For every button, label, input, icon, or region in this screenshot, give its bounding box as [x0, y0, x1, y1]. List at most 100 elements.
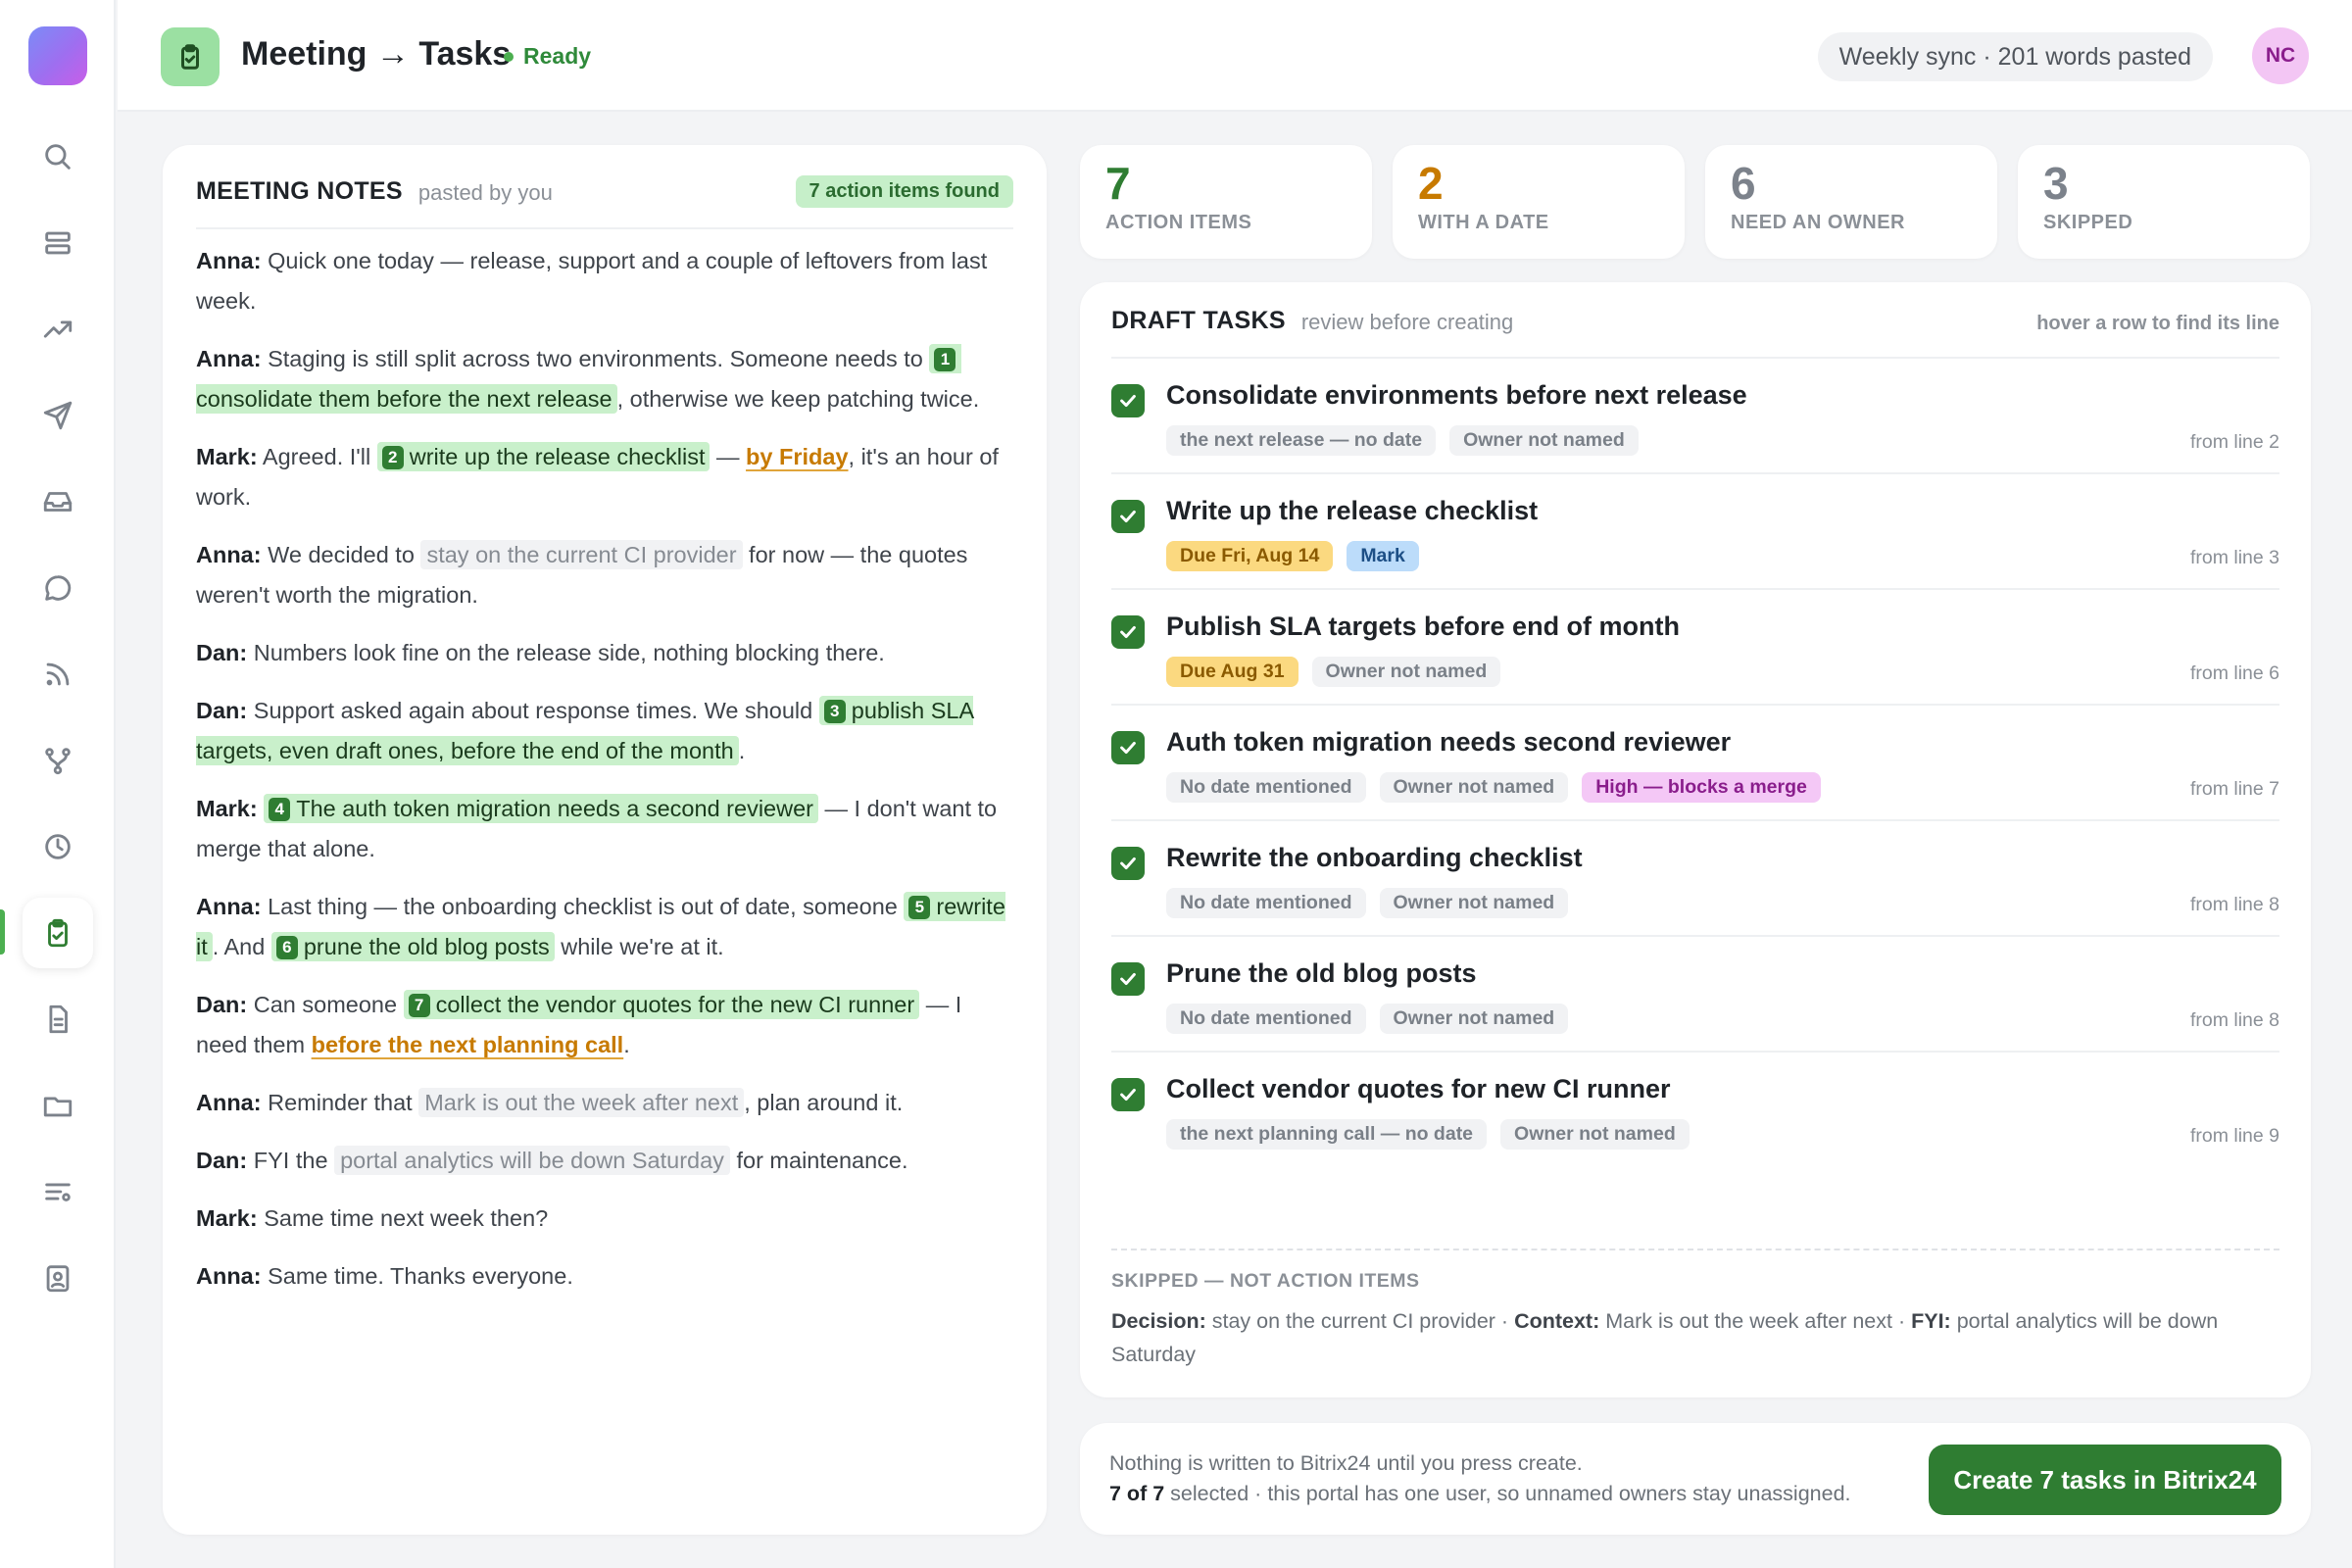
source-line-ref: from line 9 — [2189, 1125, 2279, 1147]
info-tag[interactable]: Owner not named — [1379, 772, 1569, 803]
task-checkbox[interactable] — [1111, 731, 1145, 764]
info-tag[interactable]: No date mentioned — [1166, 772, 1366, 803]
app-logo[interactable] — [28, 26, 87, 85]
nav-files[interactable] — [23, 1070, 93, 1141]
speaker-name: Mark: — [196, 796, 258, 821]
note-line: Anna: Last thing — the onboarding checkl… — [196, 887, 1013, 967]
info-tag[interactable]: Owner not named — [1500, 1119, 1690, 1150]
task-row[interactable]: Auth token migration needs second review… — [1111, 706, 2279, 821]
action-text: write up the release checklist — [409, 444, 706, 469]
nav-inbox[interactable] — [23, 466, 93, 537]
branch-icon — [45, 748, 71, 775]
owner-tag[interactable]: Mark — [1347, 541, 1419, 571]
stat-label: WITH A DATE — [1418, 212, 1549, 233]
task-title: Auth token migration needs second review… — [1166, 727, 1732, 757]
speaker-name: Mark: — [196, 1205, 258, 1231]
note-text: . And — [212, 934, 271, 959]
task-tags: No date mentioned Owner not named — [1166, 1004, 1569, 1034]
task-row[interactable]: Write up the release checklist Due Fri, A… — [1111, 474, 2279, 590]
due-date-tag[interactable]: Due Aug 31 — [1166, 657, 1298, 687]
hover-hint: hover a row to find its line — [2036, 313, 2279, 334]
note-line: Mark: Same time next week then? — [196, 1199, 1013, 1239]
send-icon — [43, 401, 73, 430]
nav-documents[interactable] — [23, 984, 93, 1054]
checkmark-icon — [1120, 1088, 1136, 1102]
note-line: Anna: Reminder that Mark is out the week… — [196, 1083, 1013, 1123]
checkmark-icon — [1120, 510, 1136, 523]
nav-feed[interactable] — [23, 639, 93, 710]
note-text: Same time next week then? — [257, 1205, 549, 1231]
separator: · — [1494, 1309, 1515, 1333]
task-row[interactable]: Publish SLA targets before end of month D… — [1111, 590, 2279, 706]
nav-history[interactable] — [23, 811, 93, 882]
note-line: Dan: Can someone 7 collect the vendor quo… — [196, 985, 1013, 1065]
info-tag[interactable]: the next planning call — no date — [1166, 1119, 1488, 1150]
action-highlight[interactable]: 7 collect the vendor quotes for the new C… — [403, 990, 920, 1019]
stat-value: 6 — [1731, 158, 1756, 209]
note-text: Can someone — [247, 992, 404, 1017]
info-tag[interactable]: Owner not named — [1379, 888, 1569, 918]
due-date-tag[interactable]: Due Fri, Aug 14 — [1166, 541, 1334, 571]
task-checkbox[interactable] — [1111, 384, 1145, 417]
checkmark-icon — [1120, 394, 1136, 408]
layers-icon — [45, 231, 71, 255]
priority-tag[interactable]: High — blocks a merge — [1582, 772, 1821, 803]
task-checkbox[interactable] — [1111, 847, 1145, 880]
task-tags: No date mentioned Owner not named High — b… — [1166, 772, 1821, 803]
note-line: Anna: Staging is still split across two … — [196, 339, 1013, 419]
nav-filters[interactable] — [23, 1156, 93, 1227]
stat-need-an-owner: 6 NEED AN OWNER — [1705, 145, 1997, 259]
action-number-badge: 1 — [934, 348, 956, 371]
action-highlight[interactable]: 4 The auth token migration needs a second… — [264, 794, 818, 823]
nav-contacts[interactable] — [23, 1243, 93, 1313]
task-checkbox[interactable] — [1111, 500, 1145, 533]
task-tags: the next release — no date Owner not name… — [1166, 425, 1639, 456]
skipped-highlight[interactable]: stay on the current CI provider — [420, 540, 743, 569]
action-highlight[interactable]: 2 write up the release checklist — [376, 442, 710, 471]
drafts-title: DRAFT TASKS — [1111, 307, 1286, 334]
task-row[interactable]: Consolidate environments before next rel… — [1111, 359, 2279, 474]
task-row[interactable]: Prune the old blog posts No date mentione… — [1111, 937, 2279, 1053]
note-line: Dan: Numbers look fine on the release si… — [196, 633, 1013, 673]
nav-workflows[interactable] — [23, 725, 93, 796]
task-tags: Due Aug 31 Owner not named — [1166, 657, 1501, 687]
task-checkbox[interactable] — [1111, 1078, 1145, 1111]
info-tag[interactable]: Owner not named — [1311, 657, 1501, 687]
note-text: Numbers look fine on the release side, n… — [247, 640, 885, 665]
rss-icon — [46, 662, 70, 686]
meeting-notes-panel: MEETING NOTES pasted by you 7 action ite… — [163, 145, 1047, 1535]
action-number-badge: 5 — [908, 896, 931, 919]
task-checkbox[interactable] — [1111, 615, 1145, 649]
nav-trending[interactable] — [23, 294, 93, 365]
date-highlight[interactable]: by Friday — [746, 444, 848, 469]
skipped-highlight[interactable]: Mark is out the week after next — [418, 1088, 745, 1117]
info-tag[interactable]: No date mentioned — [1166, 888, 1366, 918]
task-checkbox[interactable] — [1111, 962, 1145, 996]
avatar[interactable]: NC — [2252, 27, 2309, 84]
speaker-name: Anna: — [196, 248, 262, 273]
nav-send[interactable] — [23, 380, 93, 451]
nav-search[interactable] — [23, 122, 93, 192]
info-tag[interactable]: the next release — no date — [1166, 425, 1437, 456]
date-highlight[interactable]: before the next planning call — [312, 1032, 624, 1057]
source-line-ref: from line 2 — [2189, 431, 2279, 453]
stat-label: SKIPPED — [2043, 212, 2133, 233]
nav-meeting-tasks[interactable] — [23, 898, 93, 968]
separator: · — [1892, 1309, 1912, 1333]
skipped-text: stay on the current CI provider — [1205, 1309, 1495, 1333]
create-tasks-button[interactable]: Create 7 tasks in Bitrix24 — [1929, 1445, 2281, 1515]
nav-chat[interactable] — [23, 553, 93, 623]
draft-tasks-panel: DRAFT TASKS review before creating hover… — [1080, 282, 2311, 1397]
skipped-highlight[interactable]: portal analytics will be down Saturday — [334, 1146, 730, 1175]
nav-layers[interactable] — [23, 208, 93, 278]
action-highlight[interactable]: 6 prune the old blog posts — [270, 932, 555, 961]
info-tag[interactable]: No date mentioned — [1166, 1004, 1366, 1034]
note-line: Mark: 4 The auth token migration needs a … — [196, 789, 1013, 869]
note-text: . — [623, 1032, 630, 1057]
info-tag[interactable]: Owner not named — [1449, 425, 1639, 456]
checkmark-icon — [1120, 625, 1136, 639]
skipped-label: FYI: — [1911, 1309, 1951, 1333]
task-row[interactable]: Collect vendor quotes for new CI runner t… — [1111, 1053, 2279, 1168]
info-tag[interactable]: Owner not named — [1379, 1004, 1569, 1034]
task-row[interactable]: Rewrite the onboarding checklist No date … — [1111, 821, 2279, 937]
